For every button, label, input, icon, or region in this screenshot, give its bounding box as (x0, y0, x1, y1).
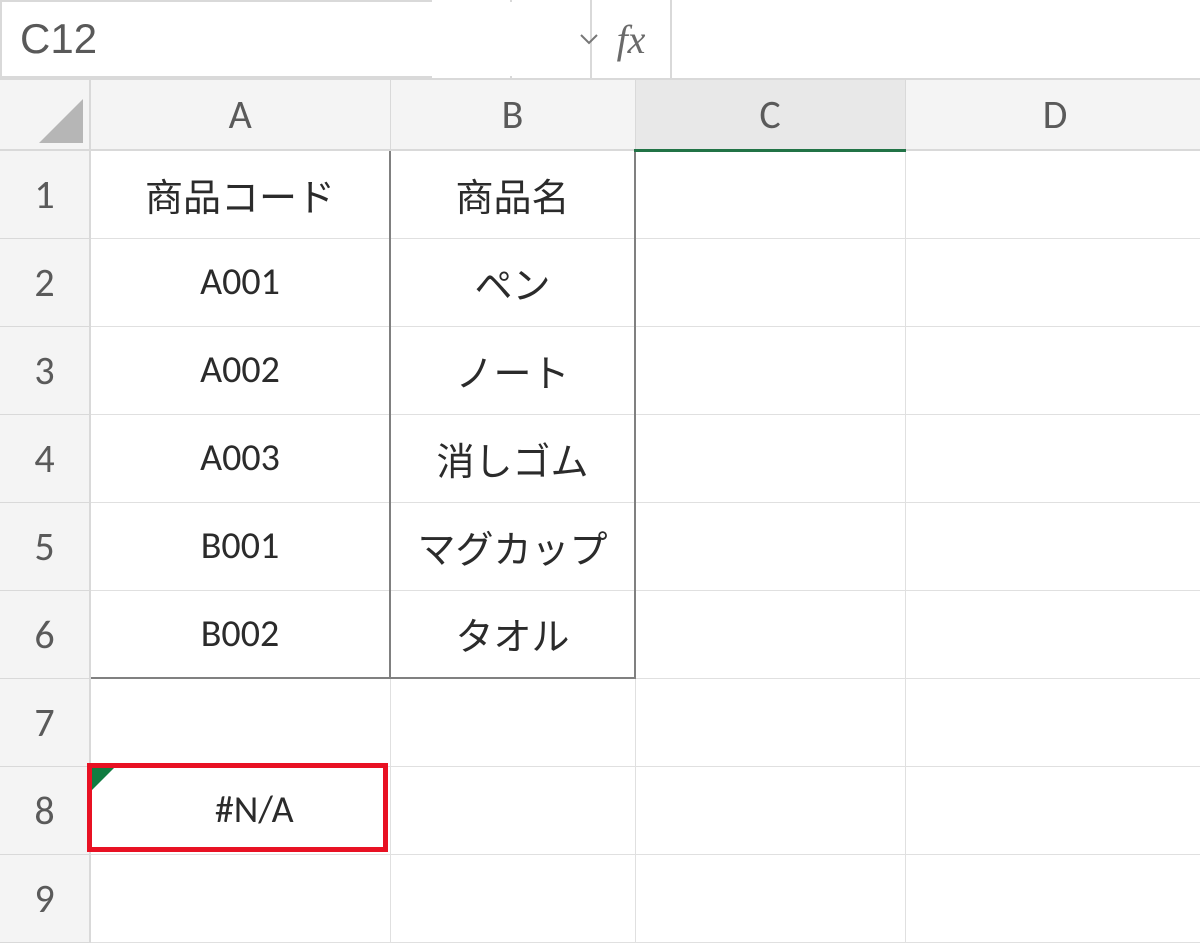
cell-A3[interactable]: A002 (90, 326, 390, 414)
cell-A8[interactable]: #N/A (90, 766, 390, 854)
cell-B1[interactable]: 商品名 (390, 150, 635, 238)
cell-C1[interactable] (635, 150, 905, 238)
name-box[interactable] (2, 2, 579, 76)
column-header-D[interactable]: D (905, 80, 1200, 150)
cell-B4[interactable]: 消しゴム (390, 414, 635, 502)
cell-A1[interactable]: 商品コード (90, 150, 390, 238)
row-header-1[interactable]: 1 (0, 150, 90, 238)
cell-C4[interactable] (635, 414, 905, 502)
cell-D8[interactable] (905, 766, 1200, 854)
column-header-A[interactable]: A (90, 80, 390, 150)
cell-C5[interactable] (635, 502, 905, 590)
row-header-9[interactable]: 9 (0, 854, 90, 942)
insert-function-button[interactable]: fx (590, 0, 670, 78)
cell-A7[interactable] (90, 678, 390, 766)
select-all-corner[interactable] (0, 80, 90, 150)
cell-D6[interactable] (905, 590, 1200, 678)
cell-C3[interactable] (635, 326, 905, 414)
cell-C9[interactable] (635, 854, 905, 942)
row-header-7[interactable]: 7 (0, 678, 90, 766)
row-header-3[interactable]: 3 (0, 326, 90, 414)
column-header-B[interactable]: B (390, 80, 635, 150)
formula-input[interactable] (670, 0, 1200, 78)
cell-B9[interactable] (390, 854, 635, 942)
cell-C8[interactable] (635, 766, 905, 854)
cell-D2[interactable] (905, 238, 1200, 326)
chevron-down-icon (579, 32, 599, 46)
row-header-6[interactable]: 6 (0, 590, 90, 678)
cell-D9[interactable] (905, 854, 1200, 942)
fx-label: fx (617, 16, 646, 63)
cell-A4[interactable]: A003 (90, 414, 390, 502)
cell-B2[interactable]: ペン (390, 238, 635, 326)
spreadsheet-grid: A B C D 1 商品コード 商品名 2 A001 ペン 3 A002 ノート… (0, 80, 1200, 943)
cell-D3[interactable] (905, 326, 1200, 414)
cell-B3[interactable]: ノート (390, 326, 635, 414)
cell-B8[interactable] (390, 766, 635, 854)
cell-C7[interactable] (635, 678, 905, 766)
row-header-8[interactable]: 8 (0, 766, 90, 854)
cell-D4[interactable] (905, 414, 1200, 502)
cell-D5[interactable] (905, 502, 1200, 590)
row-header-2[interactable]: 2 (0, 238, 90, 326)
column-header-C[interactable]: C (635, 80, 905, 150)
cell-A6[interactable]: B002 (90, 590, 390, 678)
cell-B7[interactable] (390, 678, 635, 766)
cell-A5[interactable]: B001 (90, 502, 390, 590)
name-box-dropdown[interactable] (579, 2, 599, 76)
row-header-5[interactable]: 5 (0, 502, 90, 590)
cell-C6[interactable] (635, 590, 905, 678)
formula-bar: fx (0, 0, 1200, 80)
cell-B5[interactable]: マグカップ (390, 502, 635, 590)
cell-A2[interactable]: A001 (90, 238, 390, 326)
name-box-container (0, 0, 430, 78)
cell-D7[interactable] (905, 678, 1200, 766)
cell-A9[interactable] (90, 854, 390, 942)
cell-C2[interactable] (635, 238, 905, 326)
cell-B6[interactable]: タオル (390, 590, 635, 678)
cell-D1[interactable] (905, 150, 1200, 238)
row-header-4[interactable]: 4 (0, 414, 90, 502)
